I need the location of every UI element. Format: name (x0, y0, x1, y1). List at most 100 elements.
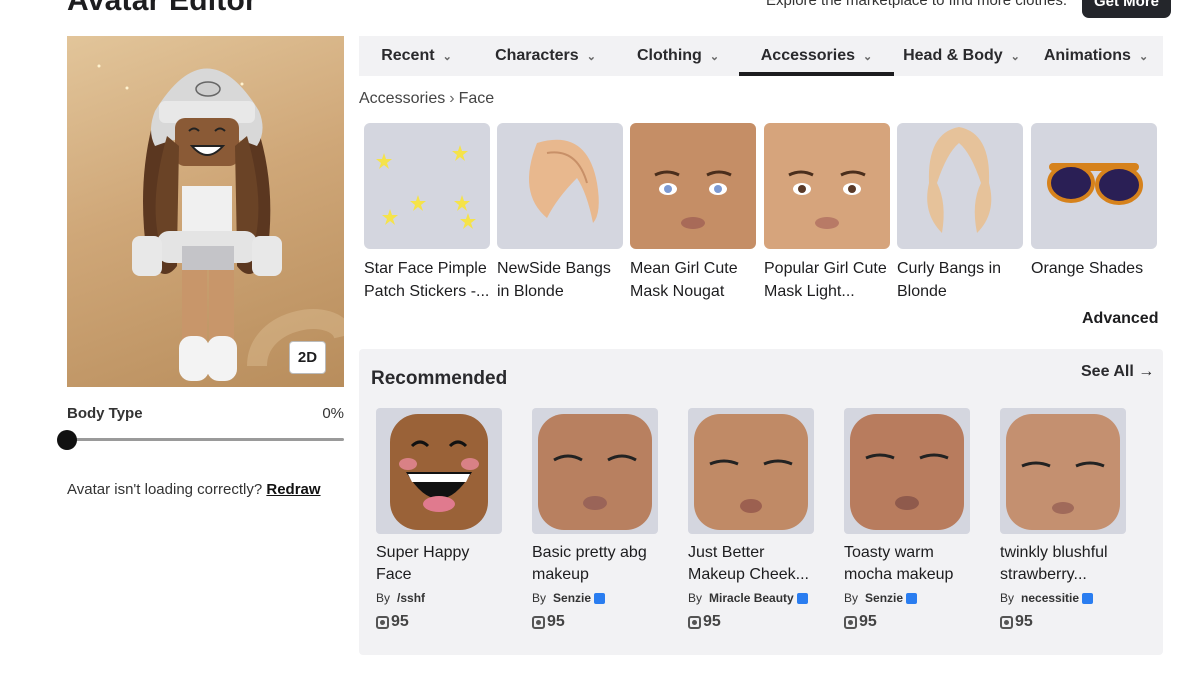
body-type-slider-track[interactable] (67, 438, 344, 441)
tab-recent[interactable]: Recent ⌄ (359, 36, 474, 76)
robux-icon (844, 615, 857, 629)
breadcrumb-parent[interactable]: Accessories (359, 90, 445, 107)
tab-label: Head & Body (903, 47, 1003, 64)
category-tabs: Recent ⌄ Characters ⌄ Clothing ⌄ Accessorie… (359, 36, 1163, 76)
recommended-panel: Recommended See All → Super Happy Face B… (359, 349, 1163, 655)
advanced-button[interactable]: Advanced (1082, 310, 1158, 328)
tab-animations[interactable]: Animations ⌄ (1029, 36, 1163, 76)
tab-label: Accessories (760, 47, 856, 64)
face-mask-icon (654, 170, 732, 229)
creator-link[interactable]: Senzie (865, 591, 903, 605)
verified-badge-icon (594, 592, 606, 604)
avatar-figure (97, 64, 344, 381)
recommended-item[interactable]: Just Better Makeup Cheek... By Miracle Be… (688, 408, 814, 631)
recommended-title: Recommended (371, 368, 508, 389)
price-value: 95 (1015, 613, 1033, 630)
recommended-item[interactable]: Toasty warm mocha makeup By Senzie 95 (844, 408, 970, 631)
creator-link[interactable]: Miracle Beauty (709, 591, 794, 605)
chevron-down-icon: ⌄ (1010, 50, 1020, 63)
item-name: Super Happy Face (376, 544, 470, 583)
chevron-down-icon: ⌄ (863, 50, 873, 63)
item-name: Toasty warm mocha makeup (844, 544, 954, 583)
loading-help-text: Avatar isn't loading correctly? (67, 481, 263, 498)
creator-line: By Miracle Beauty (688, 591, 814, 605)
item-card[interactable]: Popular Girl Cute Mask Light... (764, 123, 890, 303)
tab-head-body[interactable]: Head & Body ⌄ (894, 36, 1029, 76)
item-thumbnail (1000, 408, 1126, 534)
robux-icon (1000, 615, 1013, 629)
see-all-label: See All (1081, 363, 1134, 380)
see-all-button[interactable]: See All → (1081, 363, 1154, 381)
price-value: 95 (391, 613, 409, 630)
item-name: Curly Bangs in Blonde (897, 260, 1002, 300)
arrow-right-icon: → (1138, 363, 1155, 380)
verified-badge-icon (796, 592, 808, 604)
price: 95 (532, 613, 658, 631)
verified-badge-icon (906, 592, 918, 604)
robux-icon (688, 615, 701, 629)
price-value: 95 (859, 613, 877, 630)
item-thumbnail (532, 408, 658, 534)
item-card[interactable]: Orange Shades (1031, 123, 1157, 303)
recommended-item[interactable]: twinkly blushful strawberry... By necessi… (1000, 408, 1126, 631)
avatar-preview: 2D (67, 36, 344, 387)
view-2d-toggle-button[interactable]: 2D (289, 341, 326, 374)
breadcrumb-current: Face (458, 90, 495, 107)
item-thumbnail (376, 408, 502, 534)
recommended-item[interactable]: Super Happy Face By/sshf 95 (376, 408, 502, 631)
recommended-item[interactable]: Basic pretty abg makeup By Senzie 95 (532, 408, 658, 631)
get-more-button[interactable]: Get More (1082, 0, 1171, 18)
by-label: By (1000, 591, 1015, 605)
creator-link[interactable]: Senzie (553, 591, 591, 605)
price-value: 95 (703, 613, 721, 630)
body-type-slider-thumb[interactable] (57, 430, 77, 450)
price: 95 (844, 613, 970, 631)
chevron-down-icon: ⌄ (442, 50, 452, 63)
item-thumbnail (1031, 123, 1157, 249)
chevron-down-icon: ⌄ (1138, 50, 1149, 63)
chevron-down-icon: ⌄ (709, 50, 720, 63)
tab-label: Animations (1043, 47, 1131, 64)
makeup-face-icon (694, 414, 808, 530)
item-card[interactable]: NewSide Bangs in Blonde (497, 123, 623, 303)
by-label: By (532, 591, 547, 605)
verified-badge-icon (1082, 592, 1094, 604)
by-label: By (376, 591, 391, 605)
item-card[interactable]: Star Face Pimple Patch Stickers -... (364, 123, 490, 303)
tab-clothing[interactable]: Clothing ⌄ (617, 36, 739, 76)
by-label: By (688, 591, 703, 605)
item-name: NewSide Bangs in Blonde (497, 260, 611, 300)
bangs-icon (529, 139, 599, 223)
item-thumbnail (844, 408, 970, 534)
item-thumbnail (764, 123, 890, 249)
item-card[interactable]: Curly Bangs in Blonde (897, 123, 1023, 303)
item-name: Basic pretty abg makeup (532, 544, 647, 583)
star-stickers-icon (376, 145, 476, 229)
item-thumbnail (897, 123, 1023, 249)
item-card[interactable]: Mean Girl Cute Mask Nougat (630, 123, 756, 303)
loading-help: Avatar isn't loading correctly? Redraw (67, 481, 321, 498)
creator-link[interactable]: necessitie (1021, 591, 1079, 605)
tab-characters[interactable]: Characters ⌄ (474, 36, 617, 76)
price: 95 (1000, 613, 1126, 631)
item-name: twinkly blushful strawberry... (1000, 544, 1108, 583)
body-type-label-row: Body Type 0% (67, 405, 344, 422)
breadcrumb: Accessories › Face (359, 90, 494, 108)
happy-face-icon (390, 414, 488, 530)
item-thumbnail (497, 123, 623, 249)
sunglasses-icon (1047, 163, 1143, 205)
body-type-value: 0% (322, 405, 344, 422)
chevron-right-icon: › (449, 90, 455, 107)
price: 95 (688, 613, 814, 631)
creator-line: By/sshf (376, 591, 502, 605)
creator-link[interactable]: /sshf (397, 591, 425, 605)
by-label: By (844, 591, 859, 605)
tab-accessories[interactable]: Accessories ⌄ (739, 36, 894, 76)
creator-line: By necessitie (1000, 591, 1126, 605)
creator-line: By Senzie (844, 591, 970, 605)
robux-icon (532, 615, 545, 629)
item-name: Just Better Makeup Cheek... (688, 544, 809, 583)
redraw-link[interactable]: Redraw (266, 481, 320, 498)
page-title: Avatar Editor (67, 0, 257, 17)
chevron-down-icon: ⌄ (586, 50, 596, 63)
